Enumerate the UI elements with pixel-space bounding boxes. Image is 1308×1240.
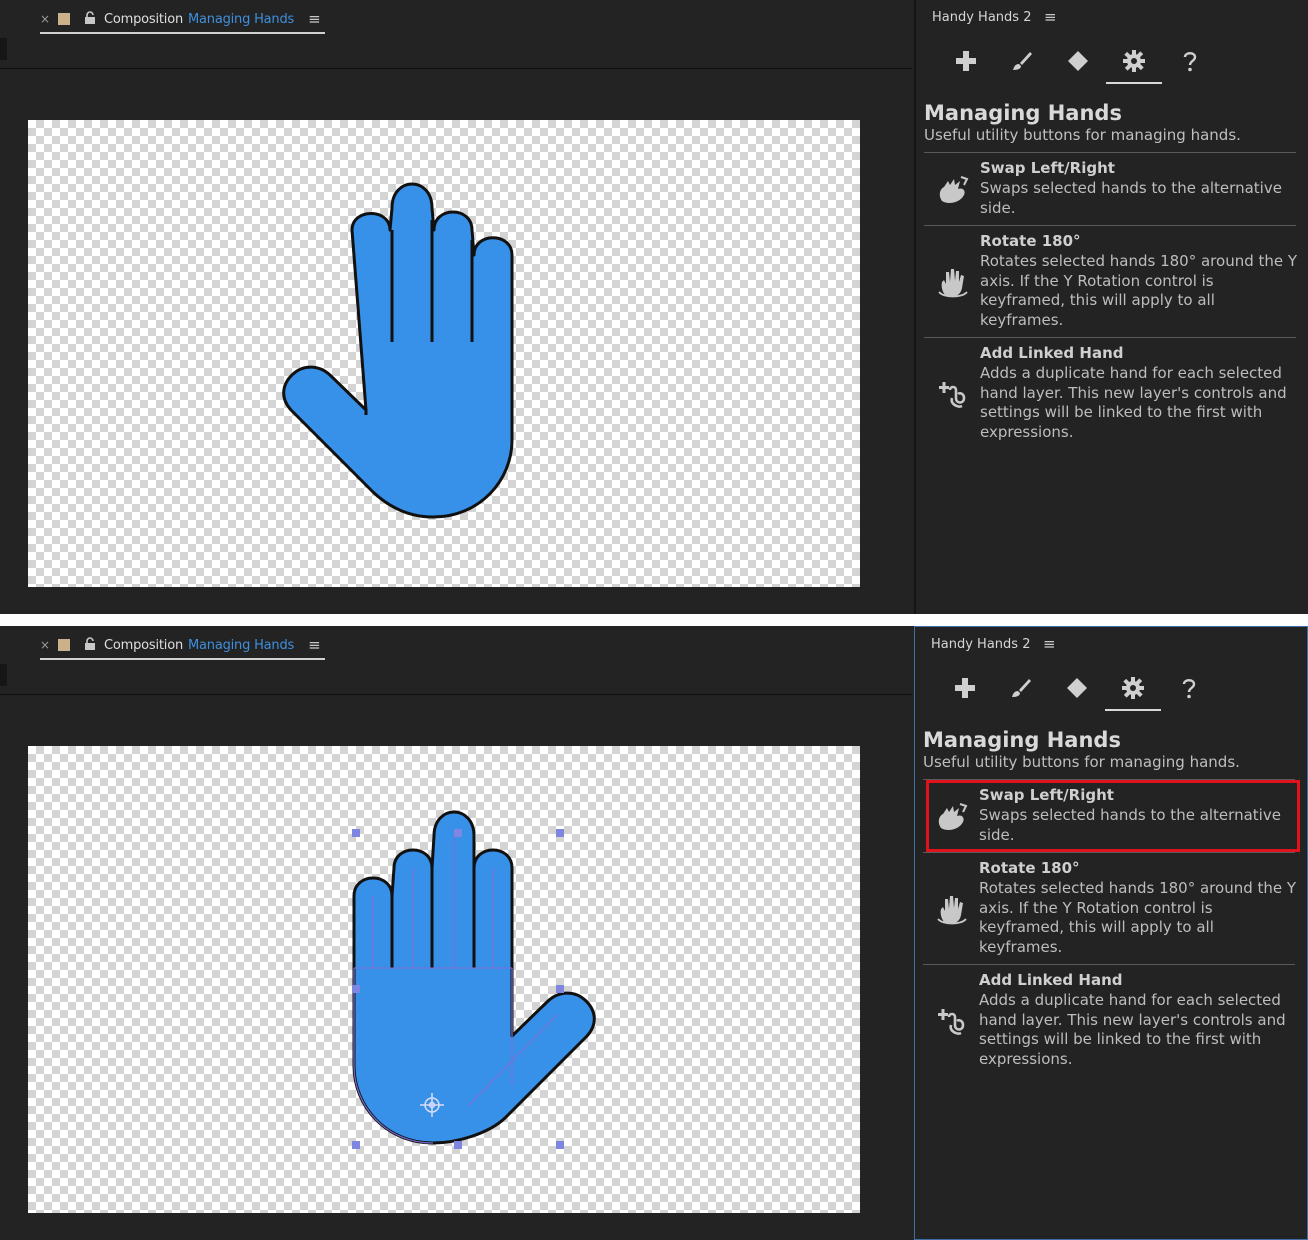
gear-icon	[1122, 677, 1144, 699]
link-hand-icon	[938, 1009, 965, 1035]
link-hand-icon	[939, 382, 966, 408]
tab-add[interactable]	[937, 667, 993, 709]
composition-tab[interactable]: × Composition Managing Hands ≡	[40, 6, 325, 34]
diamond-icon	[1068, 51, 1088, 71]
item-description: Adds a duplicate hand for each selected …	[980, 364, 1287, 441]
rotate-180-button[interactable]: Rotate 180° Rotates selected hands 180° …	[923, 852, 1296, 965]
item-description: Adds a duplicate hand for each selected …	[979, 991, 1286, 1068]
add-linked-hand-button[interactable]: Add Linked Hand Adds a duplicate hand fo…	[923, 964, 1295, 1077]
rotate-hand-icon	[938, 269, 968, 298]
item-name: Rotate 180°	[979, 859, 1080, 877]
brush-icon	[1013, 52, 1032, 70]
gear-icon	[1123, 50, 1145, 72]
composition-tab[interactable]: × Composition Managing Hands ≡	[40, 632, 325, 660]
panel-toolbar	[930, 40, 1197, 84]
tab-help[interactable]	[1161, 667, 1217, 709]
screenshot-before: × Composition Managing Hands ≡ Handy Han…	[0, 0, 1308, 614]
hand-graphic-swapped[interactable]	[28, 746, 860, 1213]
hand-graphic[interactable]	[28, 120, 860, 587]
panel-edge	[0, 664, 7, 686]
tab-settings[interactable]	[1106, 40, 1162, 84]
close-icon[interactable]: ×	[40, 638, 58, 652]
item-name: Add Linked Hand	[979, 971, 1123, 989]
item-description: Swaps selected hands to the alternative …	[980, 179, 1282, 217]
tab-menu-icon[interactable]: ≡	[308, 10, 321, 28]
item-description: Rotates selected hands 180° around the Y…	[980, 252, 1298, 329]
panel-menu-icon[interactable]: ≡	[1044, 8, 1057, 26]
rotate-hand-icon	[937, 896, 967, 925]
lock-icon[interactable]	[84, 636, 104, 654]
panel-title: Handy Hands 2	[931, 637, 1031, 652]
composition-name: Managing Hands	[188, 11, 295, 27]
label-color-swatch[interactable]	[58, 639, 70, 651]
panel-title: Handy Hands 2	[932, 10, 1032, 25]
item-name: Rotate 180°	[980, 232, 1081, 250]
panel-edge	[0, 38, 7, 60]
screenshot-after: × Composition Managing Hands ≡ Handy Han…	[0, 626, 1308, 1240]
section-subtitle: Useful utility buttons for managing hand…	[923, 753, 1240, 771]
tab-keyframes[interactable]	[1049, 667, 1105, 709]
tab-help[interactable]	[1162, 40, 1218, 82]
panel-toolbar	[929, 667, 1196, 711]
tab-settings[interactable]	[1105, 667, 1161, 711]
swap-hands-icon	[939, 176, 969, 203]
tab-keyframes[interactable]	[1050, 40, 1106, 82]
composition-name: Managing Hands	[188, 637, 295, 653]
composition-label: Composition	[104, 11, 183, 27]
section-subtitle: Useful utility buttons for managing hand…	[924, 126, 1241, 144]
composition-tab-bar: × Composition Managing Hands ≡	[0, 626, 912, 695]
handy-hands-panel: Handy Hands 2 ≡ Managing Hands Useful ut…	[914, 626, 1308, 1240]
label-color-swatch[interactable]	[58, 13, 70, 25]
lock-icon[interactable]	[84, 10, 104, 28]
close-icon[interactable]: ×	[40, 12, 58, 26]
add-linked-hand-button[interactable]: Add Linked Hand Adds a duplicate hand fo…	[924, 337, 1296, 450]
rotate-180-button[interactable]: Rotate 180° Rotates selected hands 180° …	[924, 225, 1297, 338]
tab-menu-icon[interactable]: ≡	[308, 636, 321, 654]
diamond-icon	[1067, 678, 1087, 698]
composition-tab-bar: × Composition Managing Hands ≡	[0, 0, 912, 69]
tab-add[interactable]	[938, 40, 994, 82]
question-icon	[1182, 679, 1196, 699]
plus-icon	[955, 678, 975, 698]
question-icon	[1183, 52, 1197, 72]
item-name: Add Linked Hand	[980, 344, 1124, 362]
highlight-annotation	[926, 780, 1300, 852]
panel-menu-icon[interactable]: ≡	[1043, 635, 1056, 653]
tab-style[interactable]	[993, 667, 1049, 709]
swap-left-right-button[interactable]: Swap Left/Right Swaps selected hands to …	[924, 152, 1296, 225]
item-name: Swap Left/Right	[980, 159, 1115, 177]
tab-style[interactable]	[994, 40, 1050, 82]
item-description: Rotates selected hands 180° around the Y…	[979, 879, 1297, 956]
plus-icon	[956, 51, 976, 71]
composition-canvas[interactable]	[28, 746, 860, 1213]
handy-hands-panel: Handy Hands 2 ≡ Managing Hands Useful ut…	[914, 0, 1308, 614]
composition-label: Composition	[104, 637, 183, 653]
composition-canvas[interactable]	[28, 120, 860, 587]
section-title: Managing Hands	[923, 728, 1121, 752]
section-title: Managing Hands	[924, 101, 1122, 125]
brush-icon	[1012, 679, 1031, 697]
